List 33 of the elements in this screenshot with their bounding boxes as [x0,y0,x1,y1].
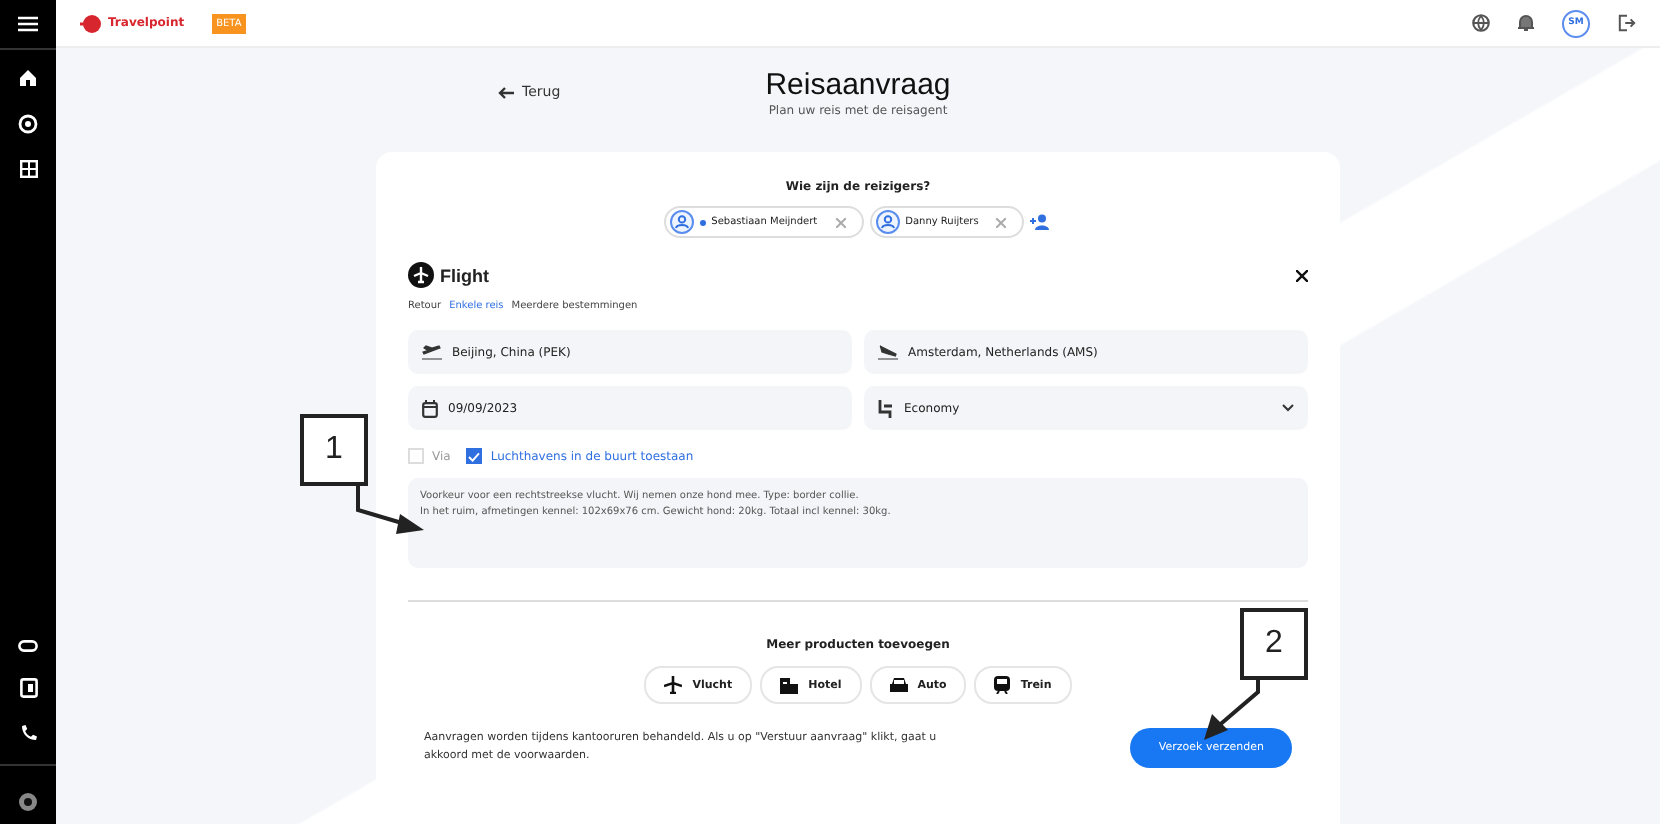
calendar-icon [422,399,438,417]
close-icon[interactable] [1296,269,1308,281]
callout-label: 1 [300,414,368,486]
logout-icon[interactable] [1618,14,1636,32]
menu-icon[interactable] [18,16,38,32]
compass-icon[interactable] [18,114,38,134]
settings-icon[interactable] [18,792,38,812]
home-icon[interactable] [18,68,38,88]
chevron-down-icon [1282,404,1294,412]
flight-title: Flight [440,265,489,285]
grid-icon[interactable] [19,160,37,178]
takeoff-icon [422,344,442,360]
plane-icon [664,676,683,694]
page-title: Reisaanvraag [765,68,951,102]
add-person-icon[interactable] [1030,214,1053,230]
person-icon [875,210,900,234]
callout-arrow [1200,680,1260,740]
callout-arrow [356,486,424,534]
person-icon [669,210,694,234]
building-icon [780,677,799,693]
link-icon[interactable] [18,640,38,652]
bell-icon[interactable] [1518,14,1534,32]
book-icon[interactable] [19,678,37,698]
plane-icon [408,262,434,288]
car-icon [889,677,908,693]
checkbox[interactable] [466,448,483,464]
globe-icon[interactable] [1472,14,1490,32]
callout-label: 2 [1240,608,1308,680]
phone-icon[interactable] [19,724,37,742]
arrow-left-icon [498,85,514,99]
logo-icon [80,13,104,33]
train-icon [994,676,1011,694]
landing-icon [878,344,898,360]
